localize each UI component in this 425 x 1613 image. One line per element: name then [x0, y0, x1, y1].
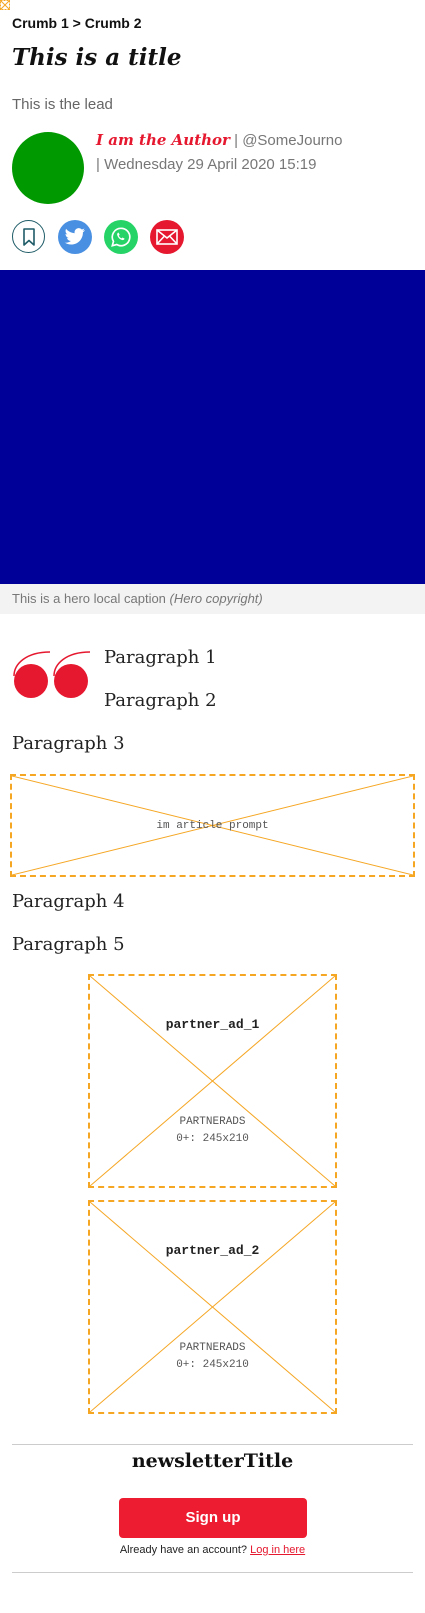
- article-prompt-placeholder: im article prompt: [10, 774, 415, 877]
- ad-title: partner_ad_1: [165, 1017, 260, 1032]
- paragraph: Paragraph 2: [104, 690, 217, 711]
- placeholder-cross: [90, 1202, 335, 1412]
- broken-image-icon: [0, 0, 10, 10]
- ad-network: PARTNERADS: [179, 1342, 246, 1354]
- signup-button[interactable]: Sign up: [119, 1498, 307, 1538]
- hero-caption-text: This is a hero local caption: [12, 591, 166, 606]
- hero-copyright: (Hero copyright): [169, 591, 263, 606]
- login-link[interactable]: Log in here: [250, 1544, 305, 1556]
- placeholder-cross: [90, 976, 335, 1186]
- author-name[interactable]: I am the Author: [96, 131, 230, 149]
- ad-network: PARTNERADS: [179, 1116, 246, 1128]
- newsletter-divider-bottom: [12, 1572, 413, 1573]
- article-lead: This is the lead: [12, 96, 113, 113]
- newsletter-divider-top: [12, 1444, 413, 1445]
- paragraph: Paragraph 1: [104, 647, 217, 668]
- twitter-icon: [64, 228, 85, 245]
- bookmark-icon: [22, 227, 35, 246]
- whatsapp-icon: [111, 227, 131, 247]
- byline-separator: |: [234, 132, 239, 149]
- partner-ad-2[interactable]: partner_ad_2 PARTNERADS 0+: 245x210: [88, 1200, 337, 1414]
- partner-ad-1[interactable]: partner_ad_1 PARTNERADS 0+: 245x210: [88, 974, 337, 1188]
- ad-size: 0+: 245x210: [176, 1359, 249, 1371]
- page-title: This is a title: [12, 44, 182, 71]
- share-email-button[interactable]: [150, 220, 184, 254]
- breadcrumb[interactable]: Crumb 1 > Crumb 2: [12, 15, 142, 31]
- bookmark-button[interactable]: [12, 220, 45, 253]
- hero-image: [0, 270, 425, 584]
- share-whatsapp-button[interactable]: [104, 220, 138, 254]
- newsletter-title: newsletterTitle: [131, 1450, 294, 1472]
- publish-date: Wednesday 29 April 2020 15:19: [104, 156, 317, 173]
- share-twitter-button[interactable]: [58, 220, 92, 254]
- ad-title: partner_ad_2: [165, 1243, 260, 1258]
- article-prompt-label: im article prompt: [156, 820, 269, 832]
- byline: I am the Author | @SomeJourno | Wednesda…: [96, 128, 416, 177]
- login-prompt: Already have an account? Log in here: [0, 1544, 425, 1556]
- ad-size: 0+: 245x210: [176, 1133, 249, 1145]
- paragraph: Paragraph 3: [12, 733, 125, 754]
- hero-caption: This is a hero local caption (Hero copyr…: [0, 584, 425, 614]
- author-avatar: [12, 132, 84, 204]
- email-icon: [156, 229, 178, 245]
- paragraph: Paragraph 4: [12, 891, 125, 912]
- author-twitter-handle[interactable]: @SomeJourno: [242, 132, 342, 149]
- date-separator: |: [96, 156, 100, 173]
- paragraph: Paragraph 5: [12, 934, 125, 955]
- login-prompt-text: Already have an account?: [119, 1544, 248, 1556]
- quote-icon: [13, 651, 91, 698]
